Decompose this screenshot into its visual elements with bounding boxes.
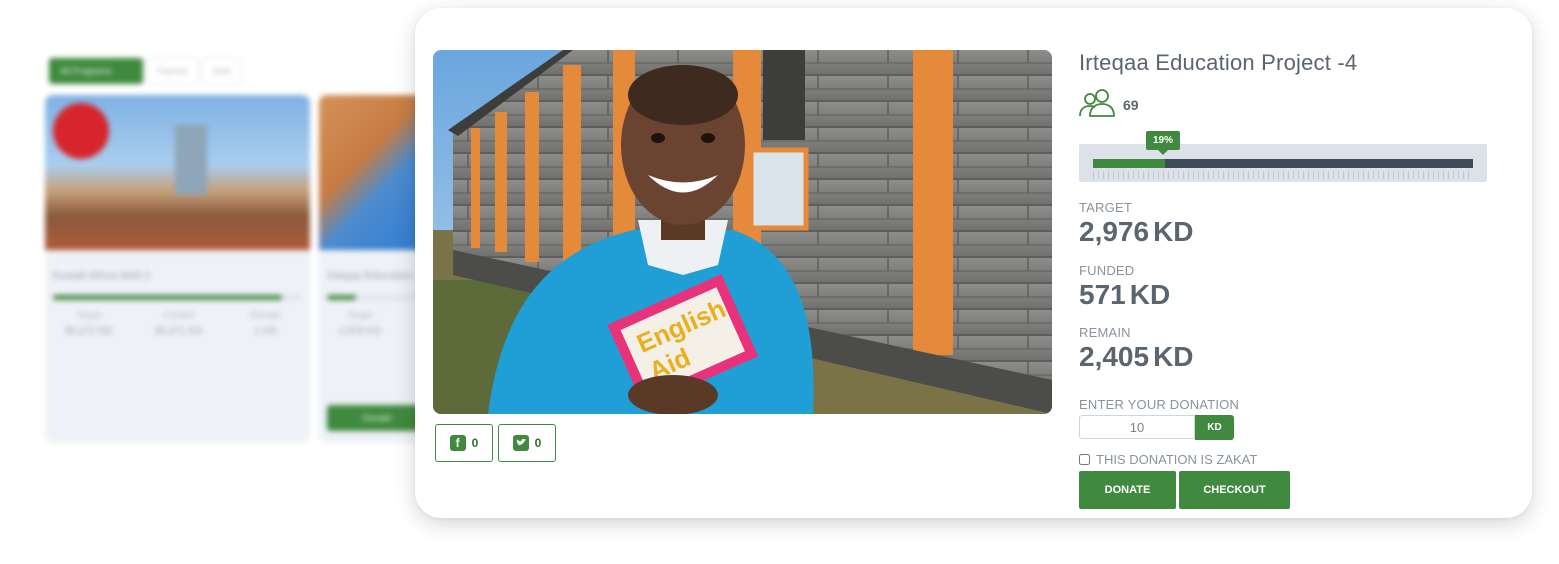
badge-ribbon <box>53 103 109 159</box>
progress-fill <box>1093 159 1165 168</box>
progress-percent-badge: 19% <box>1146 130 1181 150</box>
target-value: 2,976 KD <box>1079 216 1194 247</box>
remain-value: 2,405 KD <box>1079 341 1194 372</box>
donate-button[interactable]: DONATE <box>1079 471 1176 509</box>
zakat-checkbox[interactable] <box>1079 454 1090 465</box>
twitter-share-count: 0 <box>534 436 542 450</box>
background-project-card: Irteqaa Education Target 2,976 KD Donate <box>319 95 429 443</box>
donation-amount-input[interactable] <box>1079 415 1195 439</box>
progress-track <box>1093 159 1473 168</box>
background-card-stat: Funded 50,271 KD <box>155 310 203 337</box>
zakat-checkbox-row[interactable]: THIS DONATION IS ZAKAT <box>1079 452 1257 467</box>
remain-label: REMAIN <box>1079 325 1131 340</box>
facebook-share-count: 0 <box>471 436 479 450</box>
background-card-stat: Target 50,272 KD <box>65 310 113 337</box>
background-tab: New <box>202 58 243 84</box>
background-card-image <box>319 95 429 250</box>
twitter-share-button[interactable]: 0 <box>498 424 556 462</box>
background-tab: All Programs <box>49 58 143 84</box>
project-title: Irteqaa Education Project -4 <box>1079 50 1358 75</box>
target-label: TARGET <box>1079 200 1132 215</box>
donation-label: ENTER YOUR DONATION <box>1079 397 1240 412</box>
project-photo: English Aid <box>433 50 1052 414</box>
funded-label: FUNDED <box>1079 263 1135 278</box>
funded-value: 571 KD <box>1079 279 1171 310</box>
zakat-label: THIS DONATION IS ZAKAT <box>1096 452 1258 467</box>
progress-bar: 19% <box>1079 131 1487 182</box>
twitter-icon <box>512 435 529 451</box>
donor-count: 69 <box>1079 88 1139 121</box>
facebook-icon: f <box>449 435 466 451</box>
checkout-button[interactable]: CHECKOUT <box>1179 471 1290 509</box>
background-card-stat: Target 2,976 KD <box>339 310 381 337</box>
donation-currency-unit: KD <box>1195 415 1234 440</box>
progress-percent: 19% <box>1146 131 1181 150</box>
background-card-title: Irteqaa Education <box>327 270 414 282</box>
background-tab: Popular <box>146 58 200 84</box>
background-card-title: Kuwait Africa Well 2 <box>53 270 151 282</box>
progress-ruler <box>1093 171 1473 179</box>
users-icon <box>1079 88 1117 121</box>
background-card-image <box>45 95 310 250</box>
background-card-progress <box>53 295 302 300</box>
background-card-progress <box>327 295 422 300</box>
project-card: English Aid f 0 0 Irteqaa Education Proj… <box>415 8 1532 518</box>
donor-count-value: 69 <box>1123 96 1139 113</box>
background-project-card: Kuwait Africa Well 2 Target 50,272 KD Fun… <box>45 95 310 443</box>
background-card-stat: Remain 1 KD <box>250 310 282 337</box>
background-donate-button: Donate <box>327 405 427 431</box>
facebook-share-button[interactable]: f 0 <box>435 424 493 462</box>
background-tabs: All Programs Popular New <box>49 58 243 84</box>
